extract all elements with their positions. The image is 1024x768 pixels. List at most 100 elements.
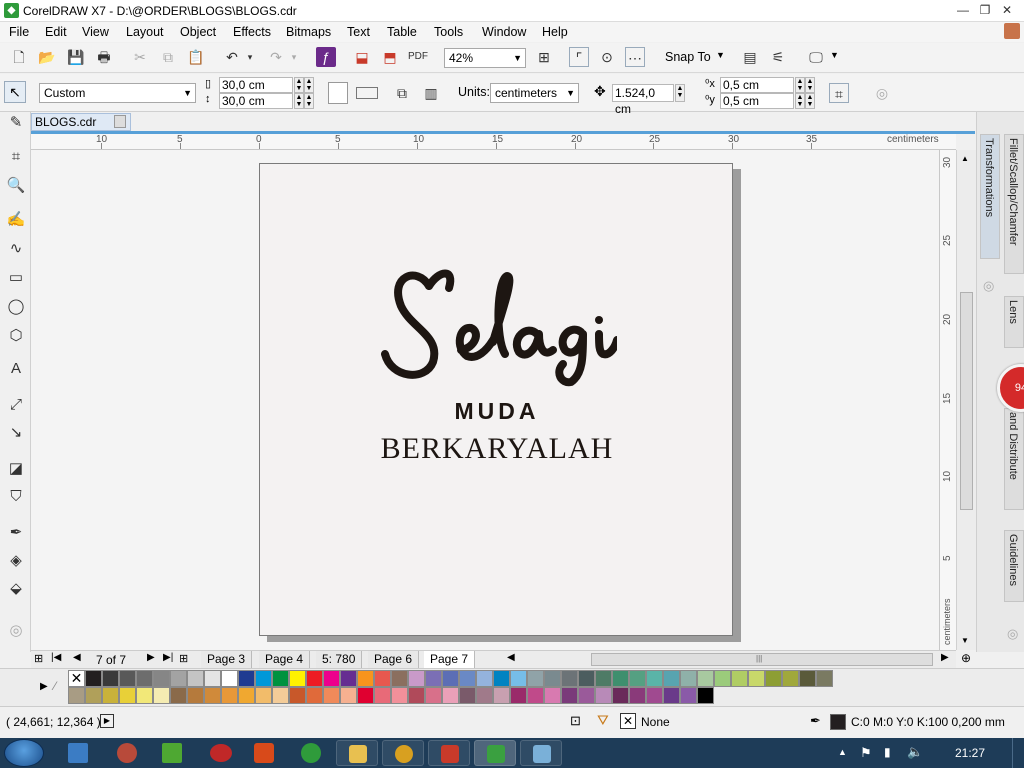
show-desktop-button[interactable] bbox=[1012, 738, 1024, 768]
color-swatch[interactable] bbox=[442, 670, 459, 687]
color-swatch[interactable] bbox=[782, 670, 799, 687]
color-swatch[interactable] bbox=[612, 670, 629, 687]
transparency-tool-icon[interactable]: ⛉ bbox=[5, 486, 27, 508]
color-swatch[interactable] bbox=[527, 687, 544, 704]
cut-icon[interactable]: ✂ bbox=[130, 47, 150, 67]
eyedropper-tool-icon[interactable]: ✒ bbox=[5, 522, 27, 544]
menu-file[interactable]: File bbox=[9, 25, 29, 39]
color-swatch[interactable] bbox=[493, 687, 510, 704]
ellipse-tool-icon[interactable]: ◯ bbox=[5, 296, 27, 318]
previous-page-icon[interactable]: ◀ bbox=[73, 652, 81, 663]
color-swatch[interactable] bbox=[408, 687, 425, 704]
color-swatch[interactable] bbox=[765, 670, 782, 687]
color-swatch[interactable] bbox=[510, 687, 527, 704]
crop-tool-icon[interactable]: ⌗ bbox=[5, 146, 27, 168]
customize-toolbox-icon[interactable]: ◎ bbox=[5, 620, 27, 642]
cd-burner-icon[interactable] bbox=[117, 743, 137, 763]
color-swatch[interactable] bbox=[136, 670, 153, 687]
color-swatch[interactable] bbox=[731, 670, 748, 687]
menu-view[interactable]: View bbox=[82, 25, 109, 39]
color-swatch[interactable] bbox=[442, 687, 459, 704]
color-swatch[interactable] bbox=[527, 670, 544, 687]
restore-button[interactable]: ❐ bbox=[974, 2, 996, 18]
paste-icon[interactable]: 📋 bbox=[186, 47, 206, 67]
color-swatch[interactable] bbox=[748, 670, 765, 687]
color-swatch[interactable] bbox=[391, 687, 408, 704]
color-swatch[interactable] bbox=[799, 670, 816, 687]
page-width-field[interactable]: 30,0 cm bbox=[219, 77, 293, 93]
options-icon[interactable]: ▤ bbox=[740, 47, 760, 67]
color-swatch[interactable] bbox=[459, 670, 476, 687]
new-document-icon[interactable]: 🗋 bbox=[9, 47, 29, 67]
page-tab-active[interactable]: Page 7 bbox=[424, 651, 476, 668]
color-swatch[interactable] bbox=[221, 670, 238, 687]
application-launcher-icon[interactable]: ⚟ bbox=[768, 47, 788, 67]
current-page-icon[interactable]: ▥ bbox=[421, 83, 441, 103]
horizontal-scrollbar[interactable]: ||| bbox=[591, 653, 933, 666]
color-swatch[interactable] bbox=[204, 687, 221, 704]
outline-color-swatch[interactable] bbox=[830, 714, 846, 730]
duplicate-y-stepper-2[interactable]: ▲ ▼ bbox=[805, 93, 815, 109]
page-counter[interactable]: 7 of 7 bbox=[96, 653, 126, 667]
no-color-swatch[interactable]: ✕ bbox=[68, 670, 85, 687]
docker-grip-icon[interactable]: ◎ bbox=[1007, 626, 1018, 642]
docker-grip-icon[interactable]: ◎ bbox=[872, 83, 892, 103]
color-swatch[interactable] bbox=[289, 670, 306, 687]
network-manager-icon[interactable] bbox=[68, 743, 88, 763]
color-swatch[interactable] bbox=[561, 670, 578, 687]
nudge-distance-field[interactable]: 1.524,0 cm bbox=[612, 84, 674, 116]
wireless-icon[interactable] bbox=[301, 743, 321, 763]
color-swatch[interactable] bbox=[102, 687, 119, 704]
add-page-after-icon[interactable]: ⊞ bbox=[179, 652, 188, 665]
scroll-up-icon[interactable]: ▲ bbox=[961, 154, 969, 163]
zoom-navigator-icon[interactable]: ⊕ bbox=[961, 651, 971, 665]
color-swatch[interactable] bbox=[119, 670, 136, 687]
page[interactable]: MUDA BERKARYALAH bbox=[259, 163, 733, 636]
height-lock-icon[interactable]: ▲ ▼ bbox=[304, 93, 314, 109]
color-swatch[interactable] bbox=[136, 687, 153, 704]
units-combo[interactable]: centimeters ▼ bbox=[490, 83, 579, 103]
logo-line-berkaryalah[interactable]: BERKARYALAH bbox=[260, 432, 734, 466]
connector-tool-icon[interactable]: ↘ bbox=[5, 422, 27, 444]
color-swatch[interactable] bbox=[374, 687, 391, 704]
color-swatch[interactable] bbox=[663, 687, 680, 704]
show-grid-icon[interactable]: ⊙ bbox=[597, 47, 617, 67]
menu-text[interactable]: Text bbox=[347, 25, 370, 39]
color-swatch[interactable] bbox=[255, 670, 272, 687]
close-button[interactable]: ✕ bbox=[996, 2, 1018, 18]
color-swatch[interactable] bbox=[714, 670, 731, 687]
show-rulers-icon[interactable]: ⌜ bbox=[569, 47, 589, 67]
docker-tab-fillet[interactable]: Fillet/Scallop/Chamfer bbox=[1004, 134, 1024, 274]
snap-to-menu[interactable]: Snap To bbox=[665, 50, 711, 64]
firefox-icon[interactable] bbox=[254, 743, 274, 763]
color-swatch[interactable] bbox=[510, 670, 527, 687]
logo-line-muda[interactable]: MUDA bbox=[260, 398, 734, 425]
launcher-chevron-icon[interactable]: ▼ bbox=[830, 50, 839, 60]
color-swatch[interactable] bbox=[697, 687, 714, 704]
welcome-screen-icon[interactable]: 🖵 bbox=[806, 47, 826, 67]
color-swatch[interactable] bbox=[187, 670, 204, 687]
color-swatch[interactable] bbox=[544, 670, 561, 687]
color-swatch[interactable] bbox=[816, 670, 833, 687]
no-fill-swatch[interactable]: ✕ bbox=[620, 713, 636, 729]
docker-grip-icon[interactable]: ◎ bbox=[983, 278, 994, 294]
redo-dropdown-icon[interactable]: ▾ bbox=[284, 47, 304, 67]
artistic-media-icon[interactable]: ∿ bbox=[5, 238, 27, 260]
user-icon[interactable] bbox=[1004, 23, 1020, 39]
page-tab[interactable]: Page 3 bbox=[201, 651, 253, 668]
color-swatch[interactable] bbox=[425, 670, 442, 687]
color-swatch[interactable] bbox=[578, 670, 595, 687]
nudge-stepper[interactable]: ▲ ▼ bbox=[675, 84, 685, 102]
color-swatch[interactable] bbox=[272, 670, 289, 687]
page-tab[interactable]: 5: 780 bbox=[316, 651, 363, 668]
publish-pdf-icon[interactable]: PDF bbox=[408, 47, 428, 67]
color-swatch[interactable] bbox=[561, 687, 578, 704]
menu-effects[interactable]: Effects bbox=[233, 25, 271, 39]
duplicate-x-stepper[interactable]: ▲ ▼ bbox=[795, 77, 805, 93]
taskbar-app-button[interactable] bbox=[520, 740, 562, 766]
color-swatch[interactable] bbox=[408, 670, 425, 687]
status-expand-icon[interactable]: ▶ bbox=[100, 714, 114, 728]
color-swatch[interactable] bbox=[238, 687, 255, 704]
color-swatch[interactable] bbox=[187, 687, 204, 704]
dimension-tool-icon[interactable]: ⤢ bbox=[5, 394, 27, 416]
